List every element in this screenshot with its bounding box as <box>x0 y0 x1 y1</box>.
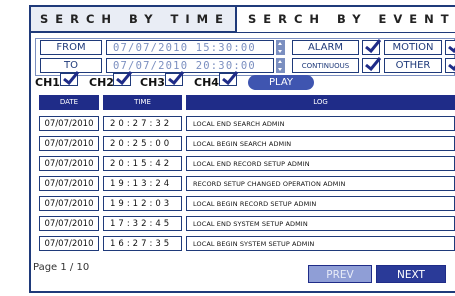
checkmark-icon <box>365 57 382 72</box>
row-time: 19:13:24 <box>103 176 182 191</box>
ch3-checkbox[interactable] <box>165 71 185 86</box>
from-spinner[interactable] <box>276 40 285 55</box>
row-time: 20:27:32 <box>103 116 182 131</box>
row-log: LOCAL END SEARCH ADMIN <box>186 116 455 131</box>
to-spinner[interactable] <box>276 58 285 73</box>
page-indicator: Page 1 / 10 <box>33 262 90 273</box>
other-checkbox[interactable] <box>445 58 455 73</box>
row-time: 20:25:00 <box>103 136 182 151</box>
tab-search-by-time[interactable]: SERCH BY TIME <box>40 9 230 29</box>
play-button[interactable]: PLAY <box>248 75 314 90</box>
motion-checkbox[interactable] <box>445 40 455 55</box>
checkmark-icon <box>168 71 185 86</box>
from-label: FROM <box>40 40 102 55</box>
continuous-label: CONTINUOUS <box>292 58 359 73</box>
row-date: 07/07/2010 <box>39 116 99 131</box>
column-header-log: LOG <box>186 95 455 110</box>
row-log: LOCAL BEGIN SYSTEM SETUP ADMIN <box>186 236 455 251</box>
row-date: 07/07/2010 <box>39 136 99 151</box>
checkmark-icon <box>222 71 239 86</box>
row-time: 17:32:45 <box>103 216 182 231</box>
row-log: RECORD SETUP CHANGED OPERATION ADMIN <box>186 176 455 191</box>
prev-button[interactable]: PREV <box>308 265 372 283</box>
row-time: 20:15:42 <box>103 156 182 171</box>
other-label: OTHER <box>384 58 442 73</box>
checkmark-icon <box>116 71 133 86</box>
alarm-checkbox[interactable] <box>362 39 382 55</box>
row-date: 07/07/2010 <box>39 216 99 231</box>
row-time: 16:27:35 <box>103 236 182 251</box>
checkmark-icon <box>365 39 382 54</box>
ch4-checkbox[interactable] <box>219 71 239 86</box>
row-date: 07/07/2010 <box>39 156 99 171</box>
ch1-label: CH1 <box>35 76 60 89</box>
row-log: LOCAL END RECORD SETUP ADMIN <box>186 156 455 171</box>
continuous-checkbox[interactable] <box>362 57 382 73</box>
row-log: LOCAL BEGIN SEARCH ADMIN <box>186 136 455 151</box>
row-date: 07/07/2010 <box>39 196 99 211</box>
row-time: 19:12:03 <box>103 196 182 211</box>
motion-label: MOTION <box>384 40 442 55</box>
ch3-label: CH3 <box>140 76 165 89</box>
ch1-checkbox[interactable] <box>60 71 80 86</box>
ch2-checkbox[interactable] <box>113 71 133 86</box>
tab-search-by-event-label: SERCH BY EVENT <box>248 12 455 26</box>
checkmark-icon <box>448 45 455 54</box>
checkmark-icon <box>448 63 455 72</box>
row-date: 07/07/2010 <box>39 236 99 251</box>
ch2-label: CH2 <box>89 76 114 89</box>
row-log: LOCAL BEGIN RECORD SETUP ADMIN <box>186 196 455 211</box>
from-datetime-field[interactable]: 07/07/2010 15:30:00 <box>106 40 274 55</box>
column-header-time: TIME <box>103 95 182 110</box>
ch4-label: CH4 <box>194 76 219 89</box>
alarm-label: ALARM <box>292 40 359 55</box>
checkmark-icon <box>63 71 80 86</box>
next-button[interactable]: NEXT <box>376 265 446 283</box>
column-header-date: DATE <box>39 95 99 110</box>
row-log: LOCAL END SYSTEM SETUP ADMIN <box>186 216 455 231</box>
row-date: 07/07/2010 <box>39 176 99 191</box>
